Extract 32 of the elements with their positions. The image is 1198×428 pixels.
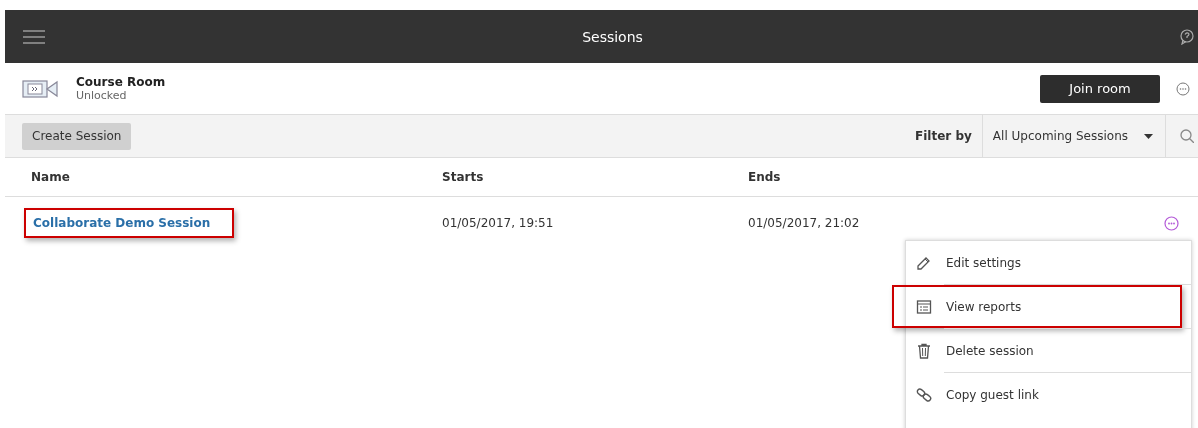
column-header: Starts — [442, 170, 484, 184]
create-session-button[interactable]: Create Session — [22, 122, 132, 150]
search-icon[interactable] — [1180, 129, 1194, 143]
filter-dropdown[interactable]: All Upcoming Sessions — [981, 115, 1166, 157]
video-camera-icon — [22, 77, 58, 100]
caret-icon — [1144, 133, 1153, 139]
join-room-button[interactable]: Join room — [1040, 74, 1160, 103]
dropdown-value: All Upcoming Sessions — [992, 129, 1128, 143]
trash-icon — [916, 342, 932, 359]
menu-item-label: Delete session — [946, 343, 1034, 358]
report-icon — [916, 298, 932, 315]
menu-item[interactable]: Copy guest link — [892, 373, 1182, 416]
menu-item[interactable]: Delete session — [892, 329, 1182, 372]
help-icon[interactable] — [1180, 28, 1194, 45]
page-title: Sessions — [582, 28, 643, 45]
table-cell: 01/05/2017, 21:02 — [748, 216, 860, 230]
more-options-icon[interactable] — [1164, 215, 1179, 231]
menu-item[interactable]: Edit settings — [892, 241, 1182, 284]
filter-label: Filter by — [915, 129, 973, 143]
room-status: Unlocked — [76, 89, 128, 102]
menu-item-label: View reports — [946, 299, 1022, 314]
column-header: Ends — [748, 170, 781, 184]
menu-item-label: Edit settings — [946, 255, 1021, 270]
table-cell: 01/05/2017, 19:51 — [442, 216, 554, 230]
more-options-icon[interactable] — [1176, 81, 1190, 96]
link-icon — [916, 386, 932, 403]
menu-item[interactable]: View reports — [892, 285, 1182, 328]
menu-icon[interactable] — [23, 29, 45, 44]
menu-item-label: Copy guest link — [946, 387, 1039, 402]
session-link[interactable]: Collaborate Demo Session — [24, 208, 235, 238]
column-header: Name — [31, 170, 70, 184]
room-name: Course Room — [76, 75, 167, 89]
